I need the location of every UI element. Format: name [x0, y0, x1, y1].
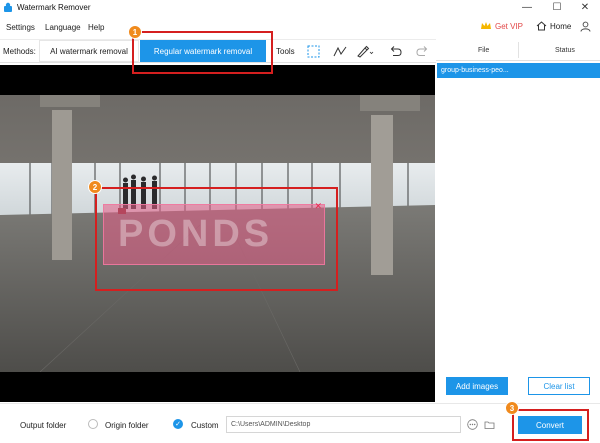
crown-icon — [481, 22, 491, 29]
more-options-icon[interactable] — [467, 419, 478, 430]
custom-folder-label: Custom — [191, 421, 219, 430]
home-icon — [536, 21, 547, 31]
custom-folder-radio[interactable]: ✓ — [173, 419, 183, 429]
redo-button[interactable] — [413, 42, 431, 60]
add-images-button[interactable]: Add images — [446, 377, 508, 395]
output-path-input[interactable] — [226, 416, 461, 433]
window-title: Watermark Remover — [17, 3, 91, 12]
maximize-button[interactable]: ☐ — [542, 0, 572, 15]
user-account-icon[interactable] — [580, 21, 591, 32]
file-list-item[interactable]: group-business-peo... — [437, 63, 600, 78]
annotation-badge-1: 1 — [128, 25, 142, 39]
get-vip-label: Get VIP — [495, 21, 524, 31]
annotation-box-regular-tab — [132, 31, 273, 74]
rectangle-select-tool[interactable] — [304, 42, 322, 60]
annotation-box-selection — [95, 187, 338, 291]
home-button[interactable]: Home — [536, 21, 571, 31]
column-status: Status — [555, 47, 575, 54]
origin-folder-radio[interactable] — [88, 419, 98, 429]
brush-tool[interactable] — [356, 42, 374, 60]
annotation-badge-2: 2 — [88, 180, 102, 194]
redo-icon — [415, 46, 427, 56]
get-vip-button[interactable]: Get VIP — [480, 21, 523, 31]
column-file: File — [478, 47, 490, 54]
file-list-panel — [436, 39, 600, 402]
annotation-box-convert — [512, 409, 589, 441]
close-window-button[interactable]: ✕ — [570, 0, 600, 15]
output-folder-label: Output folder — [20, 421, 67, 430]
methods-label: Methods: — [3, 47, 36, 56]
brush-icon — [357, 45, 374, 58]
tools-label: Tools — [276, 47, 295, 56]
undo-icon — [390, 46, 402, 56]
annotation-badge-3: 3 — [505, 401, 519, 415]
rectangle-select-icon — [307, 45, 319, 57]
menu-settings[interactable]: Settings — [6, 23, 35, 32]
polygon-lasso-icon — [333, 46, 347, 56]
app-logo-icon — [4, 2, 12, 12]
minimize-button[interactable]: — — [512, 0, 542, 15]
checkmark-icon: ✓ — [175, 421, 181, 428]
undo-button[interactable] — [386, 42, 404, 60]
menu-language[interactable]: Language — [45, 23, 81, 32]
home-label: Home — [550, 21, 572, 31]
origin-folder-label: Origin folder — [105, 421, 149, 430]
open-folder-icon[interactable] — [484, 419, 495, 430]
menu-help[interactable]: Help — [88, 23, 104, 32]
polygon-lasso-tool[interactable] — [331, 42, 349, 60]
tab-ai-watermark-removal[interactable]: AI watermark removal — [39, 40, 139, 62]
column-divider — [518, 42, 519, 58]
title-bar: Watermark Remover — ☐ ✕ — [0, 0, 600, 15]
clear-list-button[interactable]: Clear list — [528, 377, 590, 395]
